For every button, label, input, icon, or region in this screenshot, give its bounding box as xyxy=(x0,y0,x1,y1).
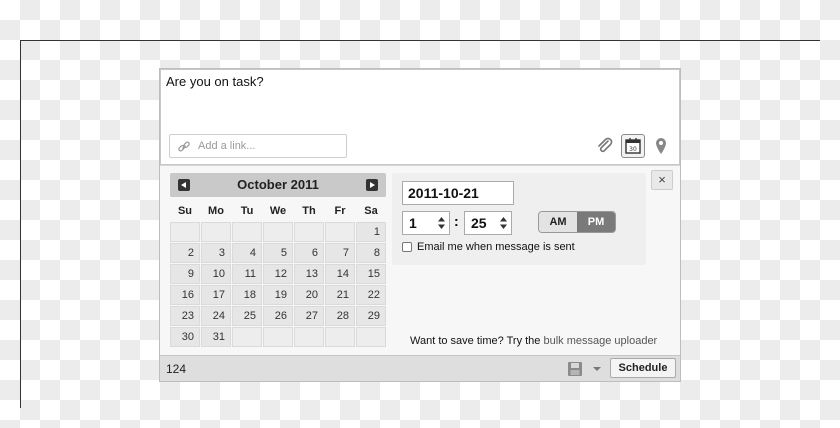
calendar-day[interactable]: 13 xyxy=(294,264,324,284)
calendar-day[interactable]: 2 xyxy=(170,243,200,263)
minute-value: 25 xyxy=(471,215,487,231)
calendar-empty-cell xyxy=(170,222,200,242)
map-pin-icon[interactable] xyxy=(651,136,671,156)
calendar-empty-cell xyxy=(232,222,262,242)
calendar-day[interactable]: 16 xyxy=(170,285,200,305)
calendar-empty-cell xyxy=(232,327,262,347)
calendar-day[interactable]: 6 xyxy=(294,243,324,263)
email-notify-row: Email me when message is sent xyxy=(402,241,575,253)
chain-link-icon xyxy=(178,141,190,152)
bulk-uploader-promo: Want to save time? Try the bulk message … xyxy=(410,335,657,347)
close-schedule-button[interactable]: × xyxy=(651,170,673,190)
hour-select[interactable]: 1 xyxy=(402,211,450,235)
svg-text:30: 30 xyxy=(629,146,637,153)
calendar-day[interactable]: 8 xyxy=(356,243,386,263)
floppy-disk-icon[interactable] xyxy=(567,361,583,377)
calendar-month-title: October 2011 xyxy=(237,177,319,192)
date-input[interactable] xyxy=(402,181,514,205)
calendar-day[interactable]: 9 xyxy=(170,264,200,284)
calendar-day[interactable]: 28 xyxy=(325,306,355,326)
calendar-day[interactable]: 23 xyxy=(170,306,200,326)
frame-top-border xyxy=(20,40,820,41)
next-month-button[interactable] xyxy=(366,179,378,191)
spinner-arrows-icon xyxy=(500,217,507,229)
calendar-day[interactable]: 26 xyxy=(263,306,293,326)
message-text[interactable]: Are you on task? xyxy=(166,74,264,89)
calendar-day[interactable]: 18 xyxy=(232,285,262,305)
calendar-empty-cell xyxy=(201,222,231,242)
calendar-empty-cell xyxy=(294,222,324,242)
calendar-day[interactable]: 22 xyxy=(356,285,386,305)
calendar-day[interactable]: 4 xyxy=(232,243,262,263)
calendar-empty-cell xyxy=(263,327,293,347)
schedule-button[interactable]: Schedule xyxy=(610,358,676,378)
calendar-day[interactable]: 10 xyxy=(201,264,231,284)
calendar-day[interactable]: 30 xyxy=(170,327,200,347)
calendar-icon: 30 xyxy=(625,138,641,154)
weekday-header: Tu xyxy=(240,205,254,217)
calendar-day[interactable]: 3 xyxy=(201,243,231,263)
calendar-grid: Su Mo Tu We Th Fr Sa 1 2 3 4 5 6 7 8 9 10 11 12 13 14 15 16 17 1… xyxy=(170,201,386,347)
spinner-arrows-icon xyxy=(438,217,445,229)
calendar-day[interactable]: 12 xyxy=(263,264,293,284)
hour-value: 1 xyxy=(409,215,417,231)
schedule-calendar-button[interactable]: 30 xyxy=(621,134,645,158)
weekday-header: Sa xyxy=(364,205,378,217)
calendar-day[interactable]: 29 xyxy=(356,306,386,326)
save-options-dropdown[interactable] xyxy=(593,367,601,371)
promo-text: Want to save time? Try the xyxy=(410,335,544,347)
weekday-header: Th xyxy=(302,205,316,217)
calendar-day[interactable]: 15 xyxy=(356,264,386,284)
message-textarea[interactable]: Are you on task? 30 xyxy=(160,69,680,165)
datetime-settings: 1 : 25 AM PM Email me when message is se… xyxy=(392,173,646,265)
weekday-header: Mo xyxy=(208,205,224,217)
add-link-field[interactable] xyxy=(169,134,347,158)
calendar-day[interactable]: 11 xyxy=(232,264,262,284)
calendar-day[interactable]: 21 xyxy=(325,285,355,305)
email-notify-label[interactable]: Email me when message is sent xyxy=(417,241,575,253)
calendar-empty-cell xyxy=(263,222,293,242)
calendar-day[interactable]: 17 xyxy=(201,285,231,305)
character-count: 124 xyxy=(166,362,187,376)
weekday-header: Fr xyxy=(334,205,346,217)
calendar-empty-cell xyxy=(294,327,324,347)
calendar-empty-cell xyxy=(325,222,355,242)
add-link-input[interactable] xyxy=(198,138,338,154)
calendar-day[interactable]: 1 xyxy=(356,222,386,242)
date-picker-calendar: October 2011 Su Mo Tu We Th Fr Sa 1 2 3 4 5 6 7 8 9 10 11… xyxy=(170,173,386,347)
paperclip-icon[interactable] xyxy=(595,136,615,156)
weekday-header: Su xyxy=(177,205,193,217)
calendar-day[interactable]: 5 xyxy=(263,243,293,263)
calendar-empty-cell xyxy=(356,327,386,347)
am-pm-toggle: AM PM xyxy=(538,211,616,233)
calendar-day[interactable]: 20 xyxy=(294,285,324,305)
calendar-day[interactable]: 14 xyxy=(325,264,355,284)
frame-left-border xyxy=(20,40,21,408)
am-button[interactable]: AM xyxy=(539,212,577,232)
calendar-header: October 2011 xyxy=(170,173,386,197)
calendar-day[interactable]: 31 xyxy=(201,327,231,347)
calendar-day[interactable]: 27 xyxy=(294,306,324,326)
minute-select[interactable]: 25 xyxy=(464,211,512,235)
time-separator: : xyxy=(454,213,459,229)
email-notify-checkbox[interactable] xyxy=(402,242,412,252)
bulk-uploader-link[interactable]: bulk message uploader xyxy=(543,335,657,347)
calendar-day[interactable]: 25 xyxy=(232,306,262,326)
composer-footer: 124 Schedule xyxy=(160,355,680,381)
calendar-day[interactable]: 19 xyxy=(263,285,293,305)
pm-button[interactable]: PM xyxy=(577,212,615,232)
weekday-header: We xyxy=(269,205,287,217)
message-composer: Are you on task? 30 × xyxy=(159,68,681,382)
calendar-empty-cell xyxy=(325,327,355,347)
calendar-day[interactable]: 7 xyxy=(325,243,355,263)
calendar-day[interactable]: 24 xyxy=(201,306,231,326)
